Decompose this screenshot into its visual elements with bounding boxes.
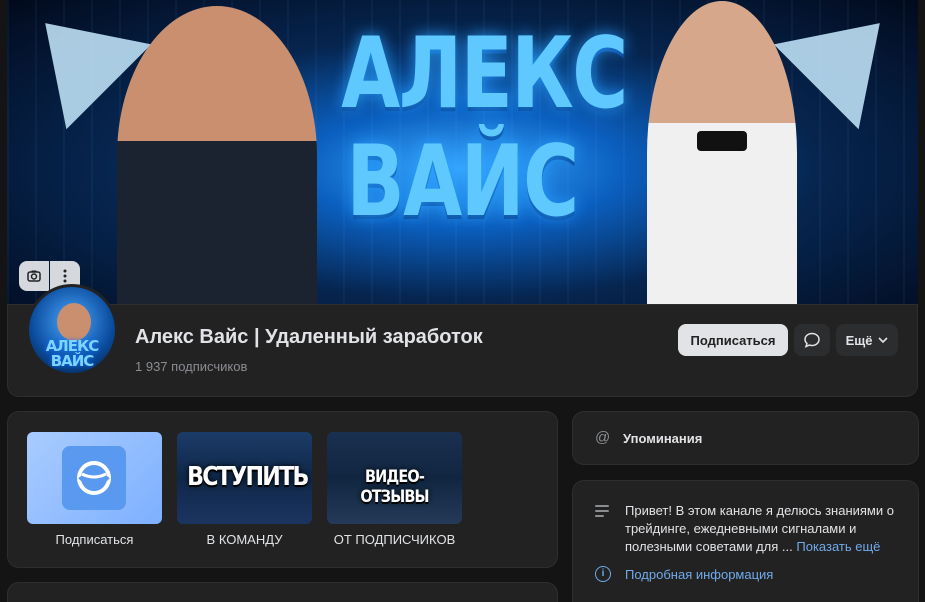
details-link[interactable]: Подробная информация: [625, 567, 773, 582]
message-button[interactable]: [794, 324, 830, 356]
vertical-dots-icon: [63, 269, 67, 283]
link-tile-reviews-image-text: ВИДЕО-ОТЗЫВЫ: [360, 467, 429, 507]
cover-title-line2: ВАЙС: [346, 125, 579, 239]
info-icon: i: [595, 566, 611, 582]
subscribers-number: 1 937: [135, 359, 168, 374]
more-button[interactable]: Ещё: [836, 324, 898, 356]
link-tile-team-image-text: ВСТУПИТЬ: [187, 462, 309, 492]
change-cover-button[interactable]: [19, 261, 49, 291]
mentions-panel[interactable]: @ Упоминания: [572, 411, 919, 465]
description-icon: [595, 505, 609, 520]
chevron-down-icon: [878, 337, 889, 343]
cover-person-right: [647, 1, 797, 306]
show-more-link[interactable]: Показать ещё: [796, 539, 880, 554]
about-panel: Привет! В этом канале я делюсь знаниями …: [572, 480, 919, 602]
link-tile-subscribe[interactable]: [27, 432, 162, 524]
messenger-logo-icon: [62, 446, 126, 510]
next-panel: [7, 582, 558, 602]
link-tile-reviews[interactable]: ВИДЕО-ОТЗЫВЫ: [327, 432, 462, 524]
cover-title-line1: АЛЕКС: [341, 17, 628, 131]
link-label-subscribe[interactable]: Подписаться: [27, 532, 162, 547]
at-sign-icon: @: [595, 429, 611, 446]
link-tile-team[interactable]: ВСТУПИТЬ: [177, 432, 312, 524]
subscribe-button[interactable]: Подписаться: [678, 324, 788, 356]
mentions-label: Упоминания: [623, 431, 703, 446]
subscribers-label: подписчиков: [171, 359, 248, 374]
subscribers-count: 1 937 подписчиков: [135, 359, 247, 374]
chat-bubble-icon: [804, 332, 820, 348]
channel-name: Алекс Вайс | Удаленный заработок: [135, 326, 483, 348]
cover-title: АЛЕКС ВАЙС: [341, 17, 628, 239]
avatar-text: АЛЕКС ВАЙС: [45, 337, 100, 370]
link-label-team[interactable]: В КОМАНДУ: [177, 532, 312, 547]
channel-description: Привет! В этом канале я делюсь знаниями …: [625, 502, 907, 556]
link-label-reviews[interactable]: ОТ ПОДПИСЧИКОВ: [327, 532, 462, 547]
cover-person-left: [117, 6, 317, 306]
cover-image: АЛЕКС ВАЙС: [7, 0, 918, 306]
more-label: Ещё: [845, 332, 873, 348]
avatar[interactable]: АЛЕКС ВАЙС: [26, 284, 118, 376]
camera-icon: [27, 270, 41, 282]
avatar-face: [57, 303, 91, 341]
